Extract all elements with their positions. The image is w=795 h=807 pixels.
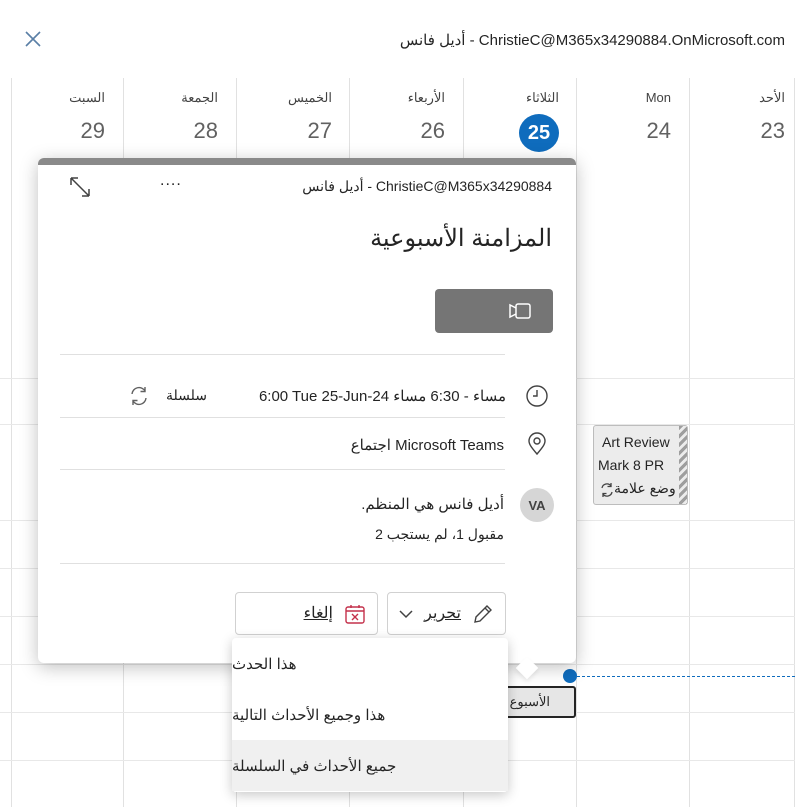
- menu-item-all-events[interactable]: جميع الأحداث في السلسلة: [232, 740, 508, 791]
- divider: [60, 417, 505, 418]
- day-header-number[interactable]: 28: [194, 118, 218, 144]
- menu-item-this-event[interactable]: هذا الحدث: [232, 638, 508, 689]
- day-header-number[interactable]: 23: [761, 118, 785, 144]
- day-header-name[interactable]: السبت: [69, 90, 105, 106]
- day-header-number[interactable]: 29: [81, 118, 105, 144]
- popup-color-bar: [38, 158, 576, 165]
- day-header-name[interactable]: الأربعاء: [408, 90, 445, 106]
- event-location: اجتماع Microsoft Teams: [350, 437, 504, 454]
- calendar-event-art-review[interactable]: Art Review Mark 8 PR وضع علامة: [593, 425, 688, 505]
- avatar[interactable]: VA: [520, 488, 554, 522]
- day-header-name[interactable]: الخميس: [288, 90, 332, 106]
- recurring-icon: [601, 483, 613, 497]
- edit-button[interactable]: تحرير: [387, 592, 506, 635]
- day-header-number[interactable]: 24: [647, 118, 671, 144]
- more-options-button[interactable]: ....: [160, 172, 182, 190]
- event-time: 6:00 Tue 25-Jun-24 مساء - 6:30 مساء: [258, 388, 506, 405]
- day-header-name[interactable]: الثلاثاء: [526, 90, 559, 106]
- current-time-line: [572, 676, 795, 677]
- grid-line: [576, 78, 577, 807]
- calendar-owner-label: أديل فانس - ChristieC@M365x34290884: [302, 178, 552, 194]
- attendee-responses[interactable]: مقبول 1، لم يستجب 2: [375, 526, 504, 543]
- top-bar: أديل فانس - ChristieC@M365x34290884.OnMi…: [0, 0, 795, 78]
- series-label: سلسلة: [166, 387, 207, 403]
- join-meeting-button[interactable]: [435, 289, 553, 333]
- day-header-number[interactable]: 26: [421, 118, 445, 144]
- account-label: أديل فانس - ChristieC@M365x34290884.OnMi…: [399, 32, 785, 49]
- event-location: Mark 8 PR: [598, 457, 665, 473]
- event-title: المزامنة الأسبوعية: [370, 225, 552, 252]
- clock-icon: [526, 385, 548, 407]
- cancel-meeting-button[interactable]: إلغاء: [235, 592, 378, 635]
- divider: [60, 563, 505, 564]
- menu-item-this-and-following[interactable]: هذا وجميع الأحداث التالية: [232, 689, 508, 740]
- video-camera-icon: [509, 303, 531, 319]
- today-date-badge[interactable]: 25: [519, 114, 559, 152]
- location-pin-icon: [528, 432, 546, 456]
- divider: [60, 354, 505, 355]
- day-header-name[interactable]: الأحد: [759, 90, 785, 106]
- current-time-dot: [563, 669, 577, 683]
- event-title: Art Review: [602, 434, 670, 450]
- expand-icon[interactable]: [68, 175, 92, 199]
- day-header-name[interactable]: Mon: [646, 90, 671, 105]
- grid-line: [689, 78, 690, 807]
- edit-label: تحرير: [424, 605, 461, 622]
- day-header-number[interactable]: 27: [308, 118, 332, 144]
- chevron-down-icon[interactable]: [398, 608, 414, 620]
- grid-line: [11, 78, 12, 807]
- divider: [60, 469, 505, 470]
- calendar-cancel-icon: [345, 605, 365, 624]
- organizer-text: أديل فانس هي المنظم.: [361, 496, 504, 513]
- event-tag: وضع علامة: [614, 480, 676, 496]
- recurring-icon: [131, 386, 147, 406]
- cancel-label: إلغاء: [303, 605, 333, 622]
- edit-options-menu: هذا الحدث هذا وجميع الأحداث التالية جميع…: [232, 638, 508, 792]
- day-header-name[interactable]: الجمعة: [181, 90, 218, 106]
- event-details-popup: .... أديل فانس - ChristieC@M365x34290884…: [38, 158, 576, 663]
- tentative-stripe: [679, 426, 687, 504]
- pencil-icon: [474, 605, 492, 623]
- close-icon[interactable]: [22, 28, 44, 50]
